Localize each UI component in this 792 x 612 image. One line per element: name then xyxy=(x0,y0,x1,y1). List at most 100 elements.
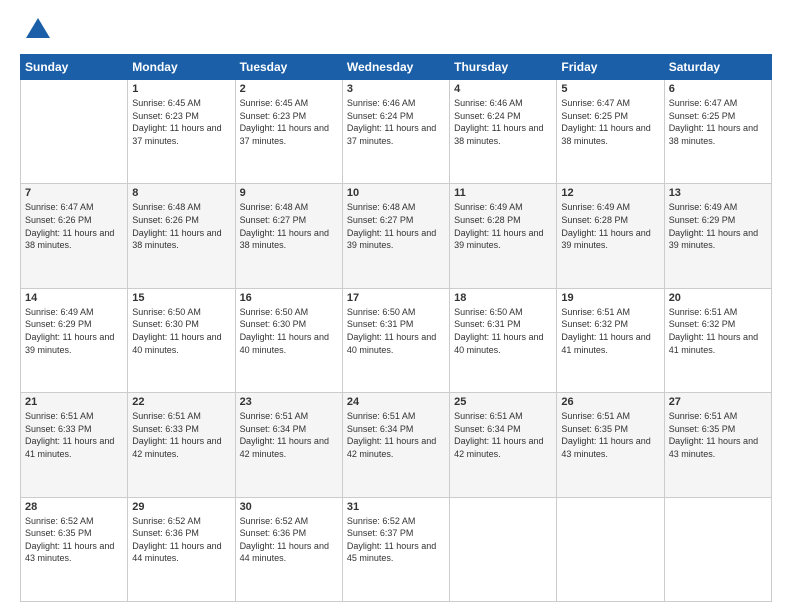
calendar-cell: 14 Sunrise: 6:49 AMSunset: 6:29 PMDayligh… xyxy=(21,288,128,392)
day-info: Sunrise: 6:52 AMSunset: 6:37 PMDaylight:… xyxy=(347,515,445,565)
header-day-saturday: Saturday xyxy=(664,55,771,80)
day-info: Sunrise: 6:52 AMSunset: 6:36 PMDaylight:… xyxy=(240,515,338,565)
day-number: 25 xyxy=(454,396,552,408)
day-number: 19 xyxy=(561,292,659,304)
day-number: 5 xyxy=(561,83,659,95)
day-number: 28 xyxy=(25,501,123,513)
day-number: 14 xyxy=(25,292,123,304)
calendar-cell xyxy=(450,497,557,601)
day-number: 17 xyxy=(347,292,445,304)
calendar-cell: 3 Sunrise: 6:46 AMSunset: 6:24 PMDaylight… xyxy=(342,80,449,184)
calendar-cell xyxy=(557,497,664,601)
day-number: 22 xyxy=(132,396,230,408)
calendar-cell: 12 Sunrise: 6:49 AMSunset: 6:28 PMDayligh… xyxy=(557,184,664,288)
day-info: Sunrise: 6:46 AMSunset: 6:24 PMDaylight:… xyxy=(347,97,445,147)
day-number: 7 xyxy=(25,187,123,199)
day-number: 2 xyxy=(240,83,338,95)
day-number: 21 xyxy=(25,396,123,408)
day-number: 11 xyxy=(454,187,552,199)
day-number: 3 xyxy=(347,83,445,95)
calendar-cell: 19 Sunrise: 6:51 AMSunset: 6:32 PMDayligh… xyxy=(557,288,664,392)
day-info: Sunrise: 6:51 AMSunset: 6:32 PMDaylight:… xyxy=(669,306,767,356)
day-info: Sunrise: 6:49 AMSunset: 6:28 PMDaylight:… xyxy=(561,201,659,251)
day-number: 10 xyxy=(347,187,445,199)
calendar-cell: 9Sunrise: 6:48 AMSunset: 6:27 PMDaylight… xyxy=(235,184,342,288)
day-info: Sunrise: 6:48 AMSunset: 6:26 PMDaylight:… xyxy=(132,201,230,251)
day-info: Sunrise: 6:51 AMSunset: 6:33 PMDaylight:… xyxy=(132,410,230,460)
day-number: 20 xyxy=(669,292,767,304)
calendar-cell: 13 Sunrise: 6:49 AMSunset: 6:29 PMDayligh… xyxy=(664,184,771,288)
day-number: 31 xyxy=(347,501,445,513)
week-row-3: 14 Sunrise: 6:49 AMSunset: 6:29 PMDayligh… xyxy=(21,288,772,392)
day-info: Sunrise: 6:47 AMSunset: 6:26 PMDaylight:… xyxy=(25,201,123,251)
day-number: 9 xyxy=(240,187,338,199)
day-info: Sunrise: 6:47 AMSunset: 6:25 PMDaylight:… xyxy=(561,97,659,147)
day-info: Sunrise: 6:52 AMSunset: 6:35 PMDaylight:… xyxy=(25,515,123,565)
calendar-cell: 7 Sunrise: 6:47 AMSunset: 6:26 PMDaylight… xyxy=(21,184,128,288)
day-number: 29 xyxy=(132,501,230,513)
header xyxy=(20,16,772,44)
header-day-thursday: Thursday xyxy=(450,55,557,80)
calendar-cell: 21 Sunrise: 6:51 AMSunset: 6:33 PMDayligh… xyxy=(21,393,128,497)
day-number: 23 xyxy=(240,396,338,408)
day-info: Sunrise: 6:52 AMSunset: 6:36 PMDaylight:… xyxy=(132,515,230,565)
calendar-cell: 10 Sunrise: 6:48 AMSunset: 6:27 PMDayligh… xyxy=(342,184,449,288)
day-info: Sunrise: 6:51 AMSunset: 6:34 PMDaylight:… xyxy=(347,410,445,460)
day-info: Sunrise: 6:51 AMSunset: 6:35 PMDaylight:… xyxy=(561,410,659,460)
day-info: Sunrise: 6:48 AMSunset: 6:27 PMDaylight:… xyxy=(347,201,445,251)
calendar-cell: 28 Sunrise: 6:52 AMSunset: 6:35 PMDayligh… xyxy=(21,497,128,601)
day-info: Sunrise: 6:49 AMSunset: 6:29 PMDaylight:… xyxy=(25,306,123,356)
day-info: Sunrise: 6:50 AMSunset: 6:30 PMDaylight:… xyxy=(132,306,230,356)
calendar-cell: 5 Sunrise: 6:47 AMSunset: 6:25 PMDaylight… xyxy=(557,80,664,184)
day-number: 8 xyxy=(132,187,230,199)
day-info: Sunrise: 6:45 AMSunset: 6:23 PMDaylight:… xyxy=(240,97,338,147)
day-number: 26 xyxy=(561,396,659,408)
calendar-body: 1 Sunrise: 6:45 AMSunset: 6:23 PMDaylight… xyxy=(21,80,772,602)
calendar-header: SundayMondayTuesdayWednesdayThursdayFrid… xyxy=(21,55,772,80)
calendar-cell: 4Sunrise: 6:46 AMSunset: 6:24 PMDaylight… xyxy=(450,80,557,184)
day-info: Sunrise: 6:49 AMSunset: 6:29 PMDaylight:… xyxy=(669,201,767,251)
day-info: Sunrise: 6:47 AMSunset: 6:25 PMDaylight:… xyxy=(669,97,767,147)
day-number: 18 xyxy=(454,292,552,304)
calendar-cell: 24 Sunrise: 6:51 AMSunset: 6:34 PMDayligh… xyxy=(342,393,449,497)
calendar-cell xyxy=(21,80,128,184)
day-info: Sunrise: 6:50 AMSunset: 6:30 PMDaylight:… xyxy=(240,306,338,356)
week-row-5: 28 Sunrise: 6:52 AMSunset: 6:35 PMDayligh… xyxy=(21,497,772,601)
logo xyxy=(20,16,52,44)
calendar-cell: 26 Sunrise: 6:51 AMSunset: 6:35 PMDayligh… xyxy=(557,393,664,497)
calendar-cell: 1Sunrise: 6:45 AMSunset: 6:23 PMDaylight… xyxy=(128,80,235,184)
calendar-cell: 29 Sunrise: 6:52 AMSunset: 6:36 PMDayligh… xyxy=(128,497,235,601)
header-row: SundayMondayTuesdayWednesdayThursdayFrid… xyxy=(21,55,772,80)
day-info: Sunrise: 6:51 AMSunset: 6:33 PMDaylight:… xyxy=(25,410,123,460)
day-info: Sunrise: 6:51 AMSunset: 6:32 PMDaylight:… xyxy=(561,306,659,356)
day-number: 15 xyxy=(132,292,230,304)
header-day-sunday: Sunday xyxy=(21,55,128,80)
calendar-cell: 2 Sunrise: 6:45 AMSunset: 6:23 PMDaylight… xyxy=(235,80,342,184)
day-number: 12 xyxy=(561,187,659,199)
day-number: 6 xyxy=(669,83,767,95)
day-number: 27 xyxy=(669,396,767,408)
week-row-4: 21 Sunrise: 6:51 AMSunset: 6:33 PMDayligh… xyxy=(21,393,772,497)
day-info: Sunrise: 6:51 AMSunset: 6:35 PMDaylight:… xyxy=(669,410,767,460)
calendar-cell: 23Sunrise: 6:51 AMSunset: 6:34 PMDayligh… xyxy=(235,393,342,497)
day-info: Sunrise: 6:46 AMSunset: 6:24 PMDaylight:… xyxy=(454,97,552,147)
day-number: 24 xyxy=(347,396,445,408)
calendar-cell: 16Sunrise: 6:50 AMSunset: 6:30 PMDayligh… xyxy=(235,288,342,392)
day-number: 1 xyxy=(132,83,230,95)
page: SundayMondayTuesdayWednesdayThursdayFrid… xyxy=(0,0,792,612)
calendar-cell: 27 Sunrise: 6:51 AMSunset: 6:35 PMDayligh… xyxy=(664,393,771,497)
calendar-cell: 25Sunrise: 6:51 AMSunset: 6:34 PMDayligh… xyxy=(450,393,557,497)
day-number: 30 xyxy=(240,501,338,513)
day-info: Sunrise: 6:49 AMSunset: 6:28 PMDaylight:… xyxy=(454,201,552,251)
logo-icon xyxy=(24,16,52,44)
day-number: 13 xyxy=(669,187,767,199)
calendar-cell: 6 Sunrise: 6:47 AMSunset: 6:25 PMDaylight… xyxy=(664,80,771,184)
day-info: Sunrise: 6:50 AMSunset: 6:31 PMDaylight:… xyxy=(454,306,552,356)
calendar-cell: 22 Sunrise: 6:51 AMSunset: 6:33 PMDayligh… xyxy=(128,393,235,497)
header-day-wednesday: Wednesday xyxy=(342,55,449,80)
day-info: Sunrise: 6:50 AMSunset: 6:31 PMDaylight:… xyxy=(347,306,445,356)
week-row-2: 7 Sunrise: 6:47 AMSunset: 6:26 PMDaylight… xyxy=(21,184,772,288)
calendar-cell: 11 Sunrise: 6:49 AMSunset: 6:28 PMDayligh… xyxy=(450,184,557,288)
header-day-tuesday: Tuesday xyxy=(235,55,342,80)
week-row-1: 1 Sunrise: 6:45 AMSunset: 6:23 PMDaylight… xyxy=(21,80,772,184)
